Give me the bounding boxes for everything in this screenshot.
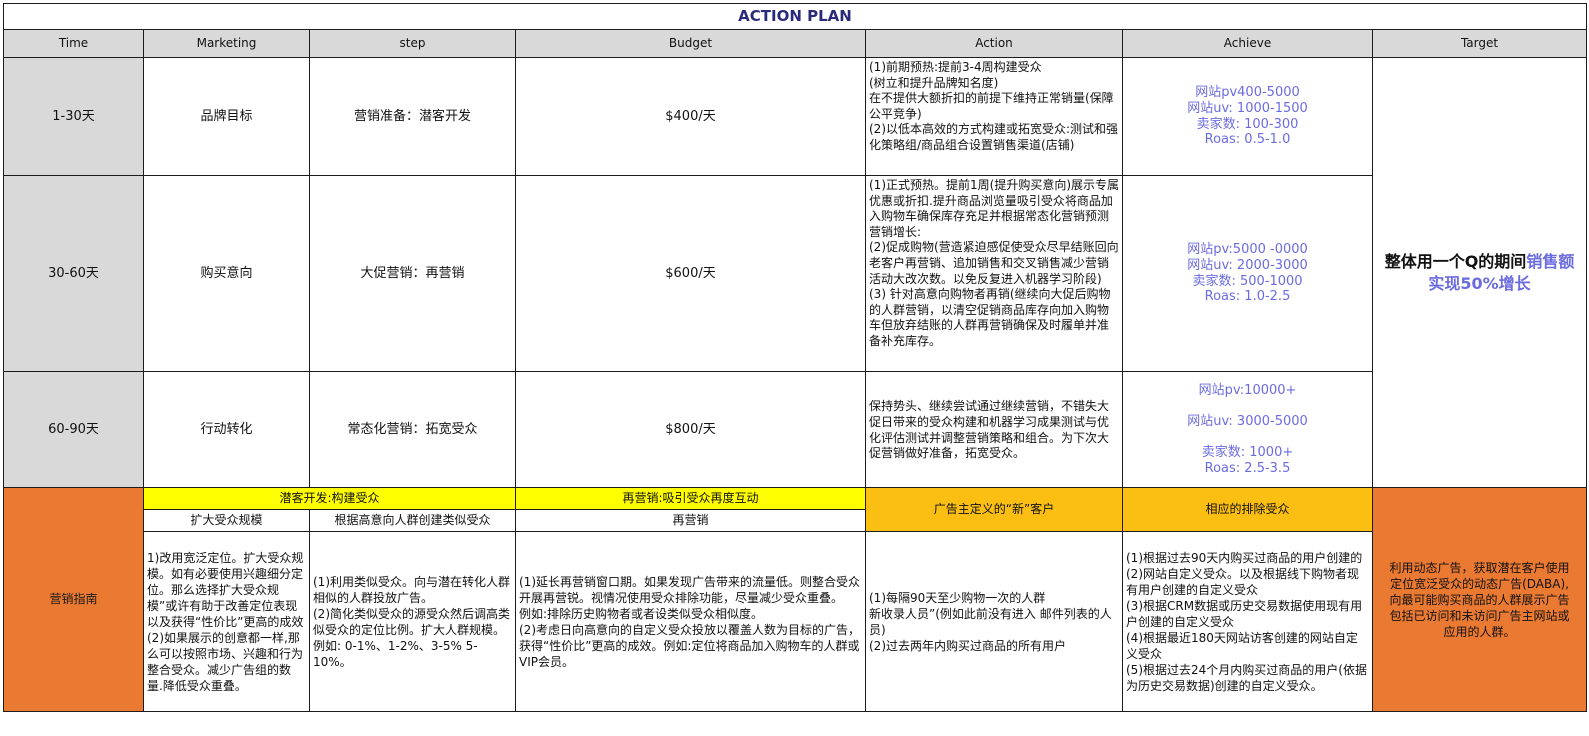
guide-col-2: (1)利用类似受众。向与潜在转化人群相似的人群投放广告。 (2)简化类似受众的源受… [309, 531, 516, 712]
header-row: Time Marketing step Budget Action Achiev… [3, 29, 1588, 58]
guide-col-4: (1)每隔90天至少购物一次的人群 新收录人员”(例如此前没有进入 邮件列表的人员… [865, 531, 1123, 712]
guide-header-row: 营销指南 潜客开发:构建受众 再营销:吸引受众再度互动 广告主定义的“新”客户 … [3, 487, 1588, 712]
step-cell: 常态化营销：拓宽受众 [309, 371, 516, 488]
header-time: Time [3, 29, 144, 58]
header-target: Target [1371, 29, 1588, 58]
budget-cell: $600/天 [515, 175, 866, 372]
guide-target: 利用动态广告，获取潜在客户使用定位宽泛受众的动态广告(DABA),向最可能购买商… [1371, 487, 1588, 712]
action-cell: (1)前期预热:提前3-4周构建受众 (树立和提升品牌知名度) 在不提供大额折扣的前… [865, 57, 1123, 176]
step-cell: 大促营销：再营销 [309, 175, 516, 372]
header-achieve: Achieve [1122, 29, 1373, 58]
achieve-cell: 网站pv:10000+ 网站uv: 3000-5000 卖家数: 1000+ Roas… [1122, 371, 1373, 488]
time-cell: 30-60天 [3, 175, 144, 372]
action-cell: 保持势头、继续尝试通过继续营销，不错失大促日带来的受众构建和机器学习成果测试与优… [865, 371, 1123, 488]
header-step: step [309, 29, 516, 58]
guide-col-3: (1)延长再营销窗口期。如果发现广告带来的流量低。则整合受众开展再营锐。视情况使… [515, 531, 866, 712]
header-budget: Budget [515, 29, 866, 58]
guide-yellow-2: 再营销:吸引受众再度互动 [515, 487, 866, 510]
marketing-cell: 购买意向 [143, 175, 310, 372]
guide-amber-1: 广告主定义的“新”客户 [865, 487, 1123, 532]
action-cell: (1)正式预热。提前1周(提升购买意向)展示专属优惠或折扣.提升商品浏览量吸引受… [865, 175, 1123, 372]
achieve-cell: 网站pv:5000 -0000 网站uv: 2000-3000 卖家数: 500-1… [1122, 175, 1373, 372]
guide-sub-2: 根据高意向人群创建类似受众 [309, 509, 516, 532]
guide-col-1: 1)改用宽泛定位。扩大受众规模。如有必要使用兴趣细分定位。那么选择扩大受众规模”… [143, 531, 310, 712]
page-title: ACTION PLAN [2, 3, 1588, 30]
header-marketing: Marketing [143, 29, 310, 58]
budget-cell: $400/天 [515, 57, 866, 176]
header-action: Action [865, 29, 1123, 58]
guide-label: 营销指南 [3, 487, 144, 712]
guide-body-row: 1)改用宽泛定位。扩大受众规模。如有必要使用兴趣细分定位。那么选择扩大受众规模”… [4, 531, 1587, 712]
target-text: 整体用一个Q的期间 [1384, 251, 1527, 271]
guide-sub-3: 再营销 [515, 509, 866, 532]
guide-sub-1: 扩大受众规模 [143, 509, 310, 532]
guide-col-5: (1)根据过去90天内购买过商品的用户创建的 (2)网站自定义受众。以及根据线下购… [1122, 531, 1373, 712]
table-row: 30-60天 购买意向 大促营销：再营销 $600/天 (1)正式预热。提前1周… [3, 175, 1587, 372]
achieve-cell: 网站pv400-5000 网站uv: 1000-1500 卖家数: 100-300 R… [1122, 57, 1373, 176]
action-plan-table: ACTION PLAN Time Marketing step Budget A… [2, 3, 1588, 712]
time-cell: 60-90天 [3, 371, 144, 488]
guide-yellow-1: 潜客开发:构建受众 [143, 487, 516, 510]
step-cell: 营销准备：潜客开发 [309, 57, 516, 176]
marketing-cell: 品牌目标 [143, 57, 310, 176]
table-row: 1-30天 品牌目标 营销准备：潜客开发 $400/天 (1)前期预热:提前3-… [3, 57, 1588, 488]
time-cell: 1-30天 [3, 57, 144, 176]
budget-cell: $800/天 [515, 371, 866, 488]
marketing-cell: 行动转化 [143, 371, 310, 488]
guide-amber-2: 相应的排除受众 [1122, 487, 1373, 532]
table-row: 60-90天 行动转化 常态化营销：拓宽受众 $800/天 保持势头、继续尝试通… [3, 371, 1587, 488]
target-cell: 整体用一个Q的期间销售额实现50%增长 [1371, 57, 1588, 488]
